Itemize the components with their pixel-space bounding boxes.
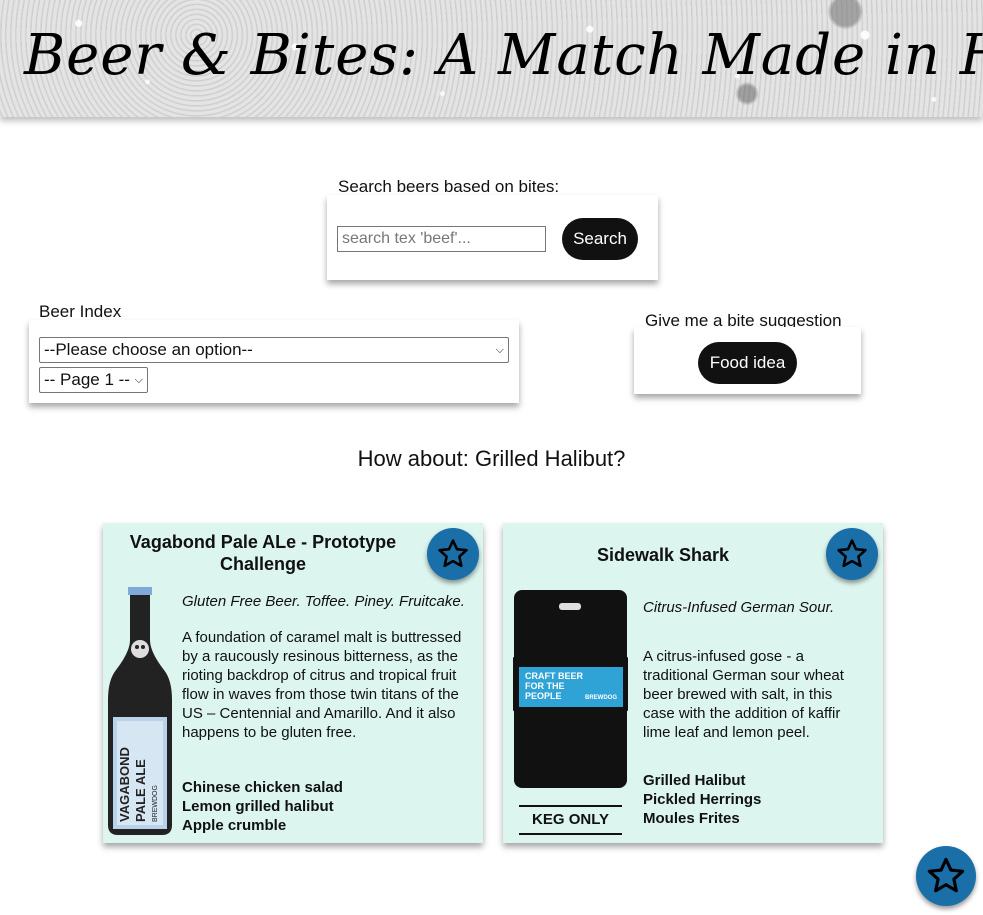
page-select[interactable]: -- Page 1 -- ⌵ xyxy=(39,367,148,393)
beer-select-value: --Please choose an option-- xyxy=(44,340,253,359)
beer-index-panel: --Please choose an option-- ⌵ -- Page 1 … xyxy=(29,320,519,403)
beer-card: Sidewalk Shark CRAFT BEER FOR THE PEOPLE… xyxy=(503,523,883,843)
beer-description: A citrus-infused gose - a traditional Ge… xyxy=(643,648,844,741)
favorites-fab[interactable] xyxy=(916,846,976,906)
header-banner: Beer & Bites: A Match Made in Heaven xyxy=(0,0,983,117)
svg-text:PALE ALE: PALE ALE xyxy=(133,759,148,822)
beer-select[interactable]: --Please choose an option-- ⌵ xyxy=(39,337,509,363)
search-input[interactable] xyxy=(337,226,546,252)
pairing-item: Apple crumble xyxy=(182,817,287,834)
search-label: Search beers based on bites: xyxy=(338,177,560,196)
bottle-label-text: VAGABOND xyxy=(117,747,132,822)
chevron-down-icon: ⌵ xyxy=(134,373,143,386)
beer-card: Vagabond Pale ALe - Prototype Challenge … xyxy=(103,523,483,843)
food-pairings: Grilled Halibut Pickled Herrings Moules … xyxy=(643,771,761,828)
food-idea-button[interactable]: Food idea xyxy=(698,342,797,384)
keg-image: CRAFT BEER FOR THE PEOPLE BREWDOG KEG ON… xyxy=(511,589,630,837)
beer-description: A foundation of caramel malt is buttress… xyxy=(182,629,462,741)
favorite-button[interactable] xyxy=(826,528,878,580)
page-title: Beer & Bites: A Match Made in Heaven xyxy=(24,23,983,88)
keg-only-label: KEG ONLY xyxy=(519,805,622,835)
page-select-value: -- Page 1 -- xyxy=(44,370,130,389)
beer-tagline: Gluten Free Beer. Toffee. Piney. Fruitca… xyxy=(182,593,465,610)
svg-text:BREWDOG: BREWDOG xyxy=(152,785,159,822)
star-icon xyxy=(837,539,867,568)
bite-suggestion-panel: Food idea xyxy=(634,327,861,394)
star-icon xyxy=(927,857,965,893)
pairing-item: Pickled Herrings xyxy=(643,791,762,808)
pairing-item: Grilled Halibut xyxy=(643,772,746,789)
favorite-button[interactable] xyxy=(427,528,479,580)
food-pairings: Chinese chicken salad Lemon grilled hali… xyxy=(182,778,343,835)
chevron-down-icon: ⌵ xyxy=(495,343,504,356)
search-panel: Search xyxy=(327,195,658,280)
beer-name: Sidewalk Shark xyxy=(596,545,730,565)
beer-tagline: Citrus-Infused German Sour. xyxy=(643,599,835,616)
keg-brand: BREWDOG xyxy=(585,695,617,701)
pairing-item: Chinese chicken salad xyxy=(182,779,343,796)
search-button[interactable]: Search xyxy=(562,218,638,260)
suggestion-text: How about: Grilled Halibut? xyxy=(357,446,626,471)
keg-label: CRAFT BEER FOR THE PEOPLE BREWDOG xyxy=(519,667,623,707)
pairing-item: Lemon grilled halibut xyxy=(182,798,334,815)
star-icon xyxy=(438,539,468,568)
beer-index-label: Beer Index xyxy=(39,302,122,321)
beer-name: Vagabond Pale ALe - Prototype Challenge xyxy=(129,532,397,574)
pairing-item: Moules Frites xyxy=(643,810,740,827)
beer-bottle-image: VAGABOND PALE ALE BREWDOG xyxy=(108,587,172,835)
